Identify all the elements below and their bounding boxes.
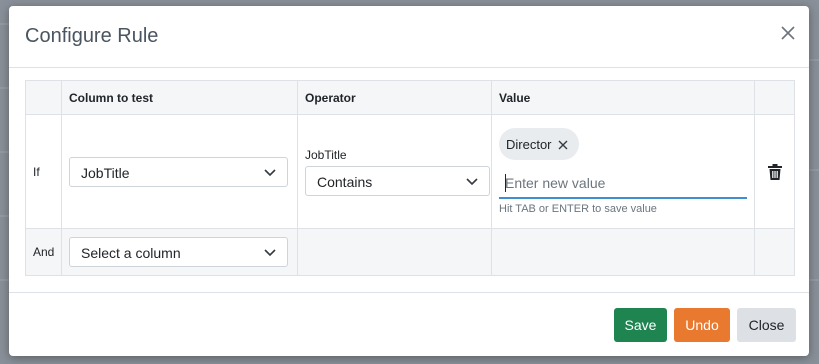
chevron-down-icon — [264, 168, 276, 176]
header-value: Value — [491, 80, 755, 115]
operator-cell-empty — [297, 228, 492, 276]
column-cell: Select a column — [61, 228, 298, 276]
value-input-wrapper — [499, 171, 749, 199]
header-column-to-test: Column to test — [61, 80, 298, 115]
actions-cell-empty — [754, 228, 795, 276]
rule-table: Column to test Operator Value If JobTitl… — [25, 80, 795, 276]
close-icon[interactable] — [558, 140, 568, 150]
header-actions — [754, 80, 795, 115]
value-input[interactable] — [499, 171, 749, 195]
configure-rule-dialog: Configure Rule Column to test Operator V… — [9, 6, 809, 356]
rule-row-if: If JobTitle JobTitle Contains Director E… — [25, 114, 795, 229]
chevron-down-icon — [264, 249, 276, 257]
column-cell: JobTitle — [61, 114, 298, 229]
column-select[interactable]: JobTitle — [69, 156, 288, 187]
save-button[interactable]: Save — [614, 308, 667, 342]
actions-cell — [754, 114, 795, 229]
value-hint: Hit TAB or ENTER to save value — [499, 203, 657, 215]
operator-select[interactable]: Contains — [305, 165, 490, 196]
dialog-footer: Save Undo Close — [9, 292, 809, 357]
text-caret — [505, 174, 506, 192]
operator-caption: JobTitle — [305, 147, 347, 162]
operator-select-value: Contains — [317, 173, 373, 190]
chevron-down-icon — [466, 177, 478, 185]
header-blank — [25, 80, 62, 115]
value-chip-label: Director — [506, 137, 552, 152]
header-operator: Operator — [297, 80, 492, 115]
value-chip: Director — [499, 128, 579, 160]
row-label-and: And — [25, 228, 62, 276]
trash-icon[interactable] — [767, 163, 782, 180]
operator-cell: JobTitle Contains — [297, 114, 492, 229]
rule-row-and: And Select a column — [25, 228, 795, 276]
column-select[interactable]: Select a column — [69, 237, 288, 267]
dialog-title: Configure Rule — [25, 25, 159, 47]
row-label-if: If — [25, 114, 62, 229]
value-cell-empty — [491, 228, 755, 276]
close-button[interactable]: Close — [737, 308, 796, 342]
value-cell: Director Hit TAB or ENTER to save value — [491, 114, 755, 229]
table-header-row: Column to test Operator Value — [25, 80, 795, 115]
column-select-placeholder: Select a column — [81, 245, 181, 261]
dialog-header: Configure Rule — [9, 6, 809, 68]
close-icon[interactable] — [779, 24, 797, 42]
column-select-value: JobTitle — [81, 164, 130, 181]
undo-button[interactable]: Undo — [674, 308, 730, 342]
